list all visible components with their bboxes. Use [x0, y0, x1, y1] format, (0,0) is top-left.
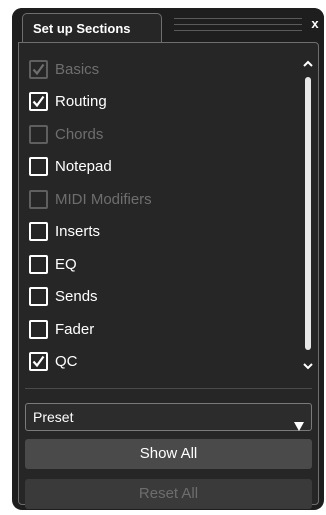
section-label: EQ	[55, 255, 77, 273]
section-checkbox-notepad[interactable]	[29, 157, 48, 177]
drag-grip[interactable]	[174, 18, 302, 32]
section-checkbox-fader[interactable]	[29, 319, 48, 339]
checkmark-icon	[32, 63, 45, 76]
show-all-button[interactable]: Show All	[25, 439, 312, 469]
section-label: Routing	[55, 93, 107, 111]
sections-panel: Basics Routing Chords Notepad MIDI Modifiers…	[18, 42, 319, 509]
section-item-basics: Basics	[29, 53, 289, 86]
section-item-fader[interactable]: Fader	[29, 313, 289, 346]
section-label: Sends	[55, 288, 98, 306]
setup-sections-window: Set up Sections x Basics Routing Chords Not…	[12, 8, 324, 510]
section-label: Fader	[55, 320, 95, 338]
section-item-midi-modifiers: MIDI Modifiers	[29, 183, 289, 216]
section-item-qc[interactable]: QC	[29, 346, 289, 379]
grip-line	[174, 24, 302, 25]
reset-all-button[interactable]: Reset All	[25, 479, 312, 509]
section-label: Basics	[55, 60, 100, 78]
section-label: MIDI Modifiers	[55, 190, 152, 208]
scroll-down-icon[interactable]	[302, 359, 314, 371]
divider	[25, 388, 312, 389]
section-label: QC	[55, 353, 78, 371]
sections-list: Basics Routing Chords Notepad MIDI Modifiers…	[29, 53, 289, 378]
close-icon[interactable]: x	[308, 16, 322, 32]
section-label: Inserts	[55, 223, 101, 241]
section-item-inserts[interactable]: Inserts	[29, 216, 289, 249]
scroll-up-icon[interactable]	[302, 57, 314, 69]
section-item-notepad[interactable]: Notepad	[29, 151, 289, 184]
grip-line	[174, 18, 302, 19]
triangle-down-icon	[294, 413, 304, 431]
preset-value: Preset	[33, 409, 74, 425]
section-checkbox-sends[interactable]	[29, 287, 48, 307]
scrollbar-thumb[interactable]	[305, 77, 311, 350]
section-item-sends[interactable]: Sends	[29, 281, 289, 314]
grip-line	[174, 30, 302, 31]
preset-dropdown[interactable]: Preset	[25, 403, 312, 431]
checkmark-icon	[32, 356, 45, 368]
tab-bar: Set up Sections x	[12, 8, 324, 44]
section-checkbox-chords	[29, 124, 48, 144]
section-checkbox-basics	[29, 59, 48, 79]
section-label: Notepad	[55, 158, 112, 176]
section-label: Chords	[55, 125, 104, 143]
section-item-eq[interactable]: EQ	[29, 248, 289, 281]
section-checkbox-midi-modifiers	[29, 189, 48, 209]
section-item-chords: Chords	[29, 118, 289, 151]
checkmark-icon	[32, 96, 45, 108]
section-checkbox-eq[interactable]	[29, 254, 48, 274]
section-checkbox-inserts[interactable]	[29, 222, 48, 242]
section-checkbox-qc[interactable]	[29, 352, 48, 372]
section-item-routing[interactable]: Routing	[29, 86, 289, 119]
section-checkbox-routing[interactable]	[29, 92, 48, 112]
tab-set-up-sections[interactable]: Set up Sections	[22, 13, 162, 44]
